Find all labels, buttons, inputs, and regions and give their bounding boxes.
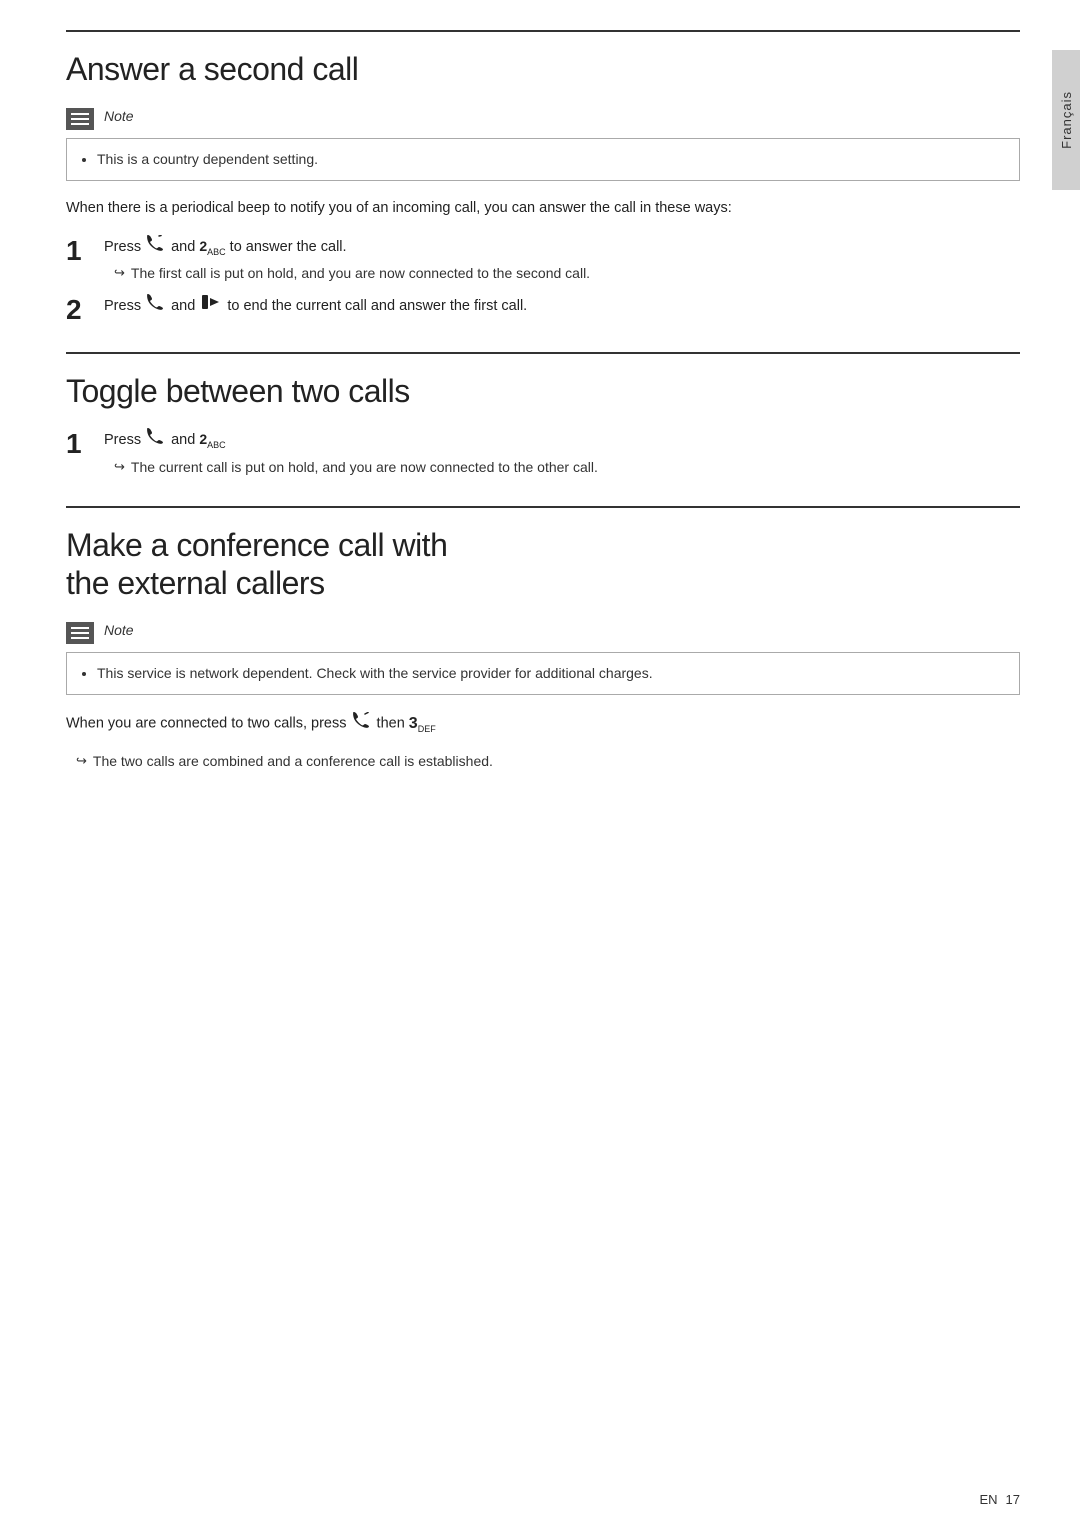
section2-header: Toggle between two calls	[66, 352, 1020, 410]
note-label-3: Note	[104, 620, 134, 638]
note-box-1: Note	[66, 106, 1020, 130]
step-content-2-1: Press and 2ABC ↪ The current	[104, 428, 1020, 477]
section-answer-second-call: Answer a second call Note This is a coun…	[66, 30, 1020, 324]
note-content-3: This service is network dependent. Check…	[66, 652, 1020, 695]
step-text-1-1: Press and 2ABC to answer the call.	[104, 239, 347, 255]
step-text-2-1: Press and 2ABC	[104, 432, 226, 448]
step-content-1-1: Press and 2ABC to answer the call.	[104, 235, 1020, 284]
section1-intro: When there is a periodical beep to notif…	[66, 197, 1020, 220]
result-3: ↪ The two calls are combined and a confe…	[76, 751, 1020, 772]
note-box-3: Note	[66, 620, 1020, 644]
step-text-1-2: Press and to	[104, 298, 527, 314]
step-number-2-1: 1	[66, 428, 104, 458]
phone-icon-1	[147, 235, 165, 259]
section-conference-call: Make a conference call withthe external …	[66, 506, 1020, 772]
page: Français Answer a second call Note This …	[0, 0, 1080, 1527]
end-key-icon	[201, 294, 221, 318]
result-text-2-1: The current call is put on hold, and you…	[131, 457, 598, 478]
note-icon-3	[66, 622, 94, 644]
section3-intro: When you are connected to two calls, pre…	[66, 711, 1020, 737]
result-2-1: ↪ The current call is put on hold, and y…	[114, 457, 1020, 478]
section3-title: Make a conference call withthe external …	[66, 526, 1020, 603]
result-text-1-1: The first call is put on hold, and you a…	[131, 263, 590, 284]
section1-title: Answer a second call	[66, 50, 1020, 88]
step-2-1: 1 Press and 2ABC	[66, 428, 1020, 477]
main-content: Answer a second call Note This is a coun…	[66, 0, 1020, 772]
footer-page-number: 17	[1006, 1492, 1020, 1507]
side-tab-label: Français	[1059, 91, 1074, 149]
side-tab: Français	[1052, 50, 1080, 190]
footer-lang: EN	[979, 1492, 997, 1507]
section3-header: Make a conference call withthe external …	[66, 506, 1020, 603]
step-number-1-1: 1	[66, 235, 104, 265]
note-content-1: This is a country dependent setting.	[66, 138, 1020, 181]
phone-icon-3	[147, 428, 165, 452]
phone-icon-2	[147, 294, 165, 318]
result-1-1: ↪ The first call is put on hold, and you…	[114, 263, 1020, 284]
key-2abc: 2ABC	[199, 235, 225, 259]
note-item: This is a country dependent setting.	[97, 149, 1005, 170]
result-text-3: The two calls are combined and a confere…	[93, 751, 493, 772]
page-footer: EN 17	[979, 1492, 1020, 1507]
phone-icon-4	[353, 712, 371, 736]
key-3def: 3DEF	[409, 711, 436, 737]
step-1-1: 1 Press and 2ABC	[66, 235, 1020, 284]
note-icon-1	[66, 108, 94, 130]
step-1-2: 2 Press and	[66, 294, 1020, 324]
step-number-1-2: 2	[66, 294, 104, 324]
step-content-1-2: Press and to	[104, 294, 1020, 318]
section1-header: Answer a second call	[66, 30, 1020, 88]
note-item-3: This service is network dependent. Check…	[97, 663, 1005, 684]
section-toggle-calls: Toggle between two calls 1 Press and	[66, 352, 1020, 478]
section2-title: Toggle between two calls	[66, 372, 1020, 410]
key-2abc-2: 2ABC	[199, 428, 225, 452]
note-label-1: Note	[104, 106, 134, 124]
